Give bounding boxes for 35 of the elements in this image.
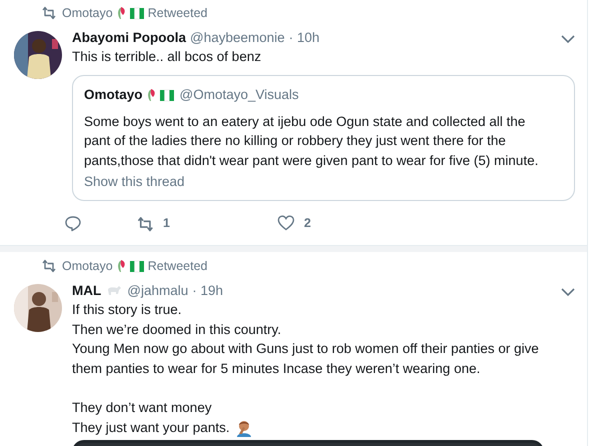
retweet-count: 1: [163, 216, 170, 230]
like-count: 2: [304, 216, 311, 230]
quoted-author-handle: @Omotayo_Visuals: [180, 87, 299, 102]
tweet-text: This is terrible.. all bcos of benz: [72, 49, 262, 64]
author-name[interactable]: Abayomi Popoola: [72, 30, 186, 44]
tweet-text: Young Men now go about with Guns just to rob women off their panties or give them panties to wear for 5 minutes Incase they weren’t wearing one.: [72, 341, 539, 376]
retweeted-label: Retweeted: [148, 259, 208, 274]
reply-icon[interactable]: [64, 214, 82, 232]
flag-icon: [128, 6, 145, 20]
quoted-author-name: Omotayo: [84, 87, 143, 102]
leaf-icon: [116, 259, 126, 274]
heart-icon[interactable]: [277, 214, 295, 232]
author-handle[interactable]: @haybeemonie: [190, 30, 285, 44]
quoted-tweet[interactable]: [72, 74, 575, 202]
tweet-text: If this story is true.: [72, 302, 182, 318]
chevron-down-icon[interactable]: [561, 34, 575, 44]
timestamp[interactable]: · 19h: [192, 282, 224, 298]
author-handle[interactable]: @jahmalu: [127, 282, 188, 298]
retweet-icon: [40, 258, 56, 274]
show-thread-link[interactable]: Show this thread: [84, 172, 544, 192]
tweet-text: They just want your pants.: [72, 420, 230, 435]
tweet-text: They don’t want money: [72, 400, 212, 416]
retweeter-name[interactable]: Omotayo: [62, 259, 113, 274]
tweet-text: Then we’re doomed in this country.: [72, 322, 282, 337]
retweeter-name[interactable]: Omotayo: [62, 6, 113, 20]
author-name[interactable]: MAL: [72, 282, 102, 298]
leaf-icon: [146, 88, 156, 102]
timestamp[interactable]: · 10h: [288, 30, 320, 44]
flag-icon: [128, 259, 145, 274]
chevron-down-icon[interactable]: [561, 287, 575, 298]
retweet-icon: [40, 5, 56, 21]
flag-icon: [158, 88, 175, 102]
leaf-icon: [116, 6, 126, 20]
retweeted-label: Retweeted: [148, 6, 208, 20]
quoted-text: Some boys went to an eatery at ijebu ode Ogun state and collected all the pant of the ladies there no killing or robbery they just went there for the pants,those that didn't wear pant were given pant to wear for five (5) minute.: [84, 112, 540, 170]
